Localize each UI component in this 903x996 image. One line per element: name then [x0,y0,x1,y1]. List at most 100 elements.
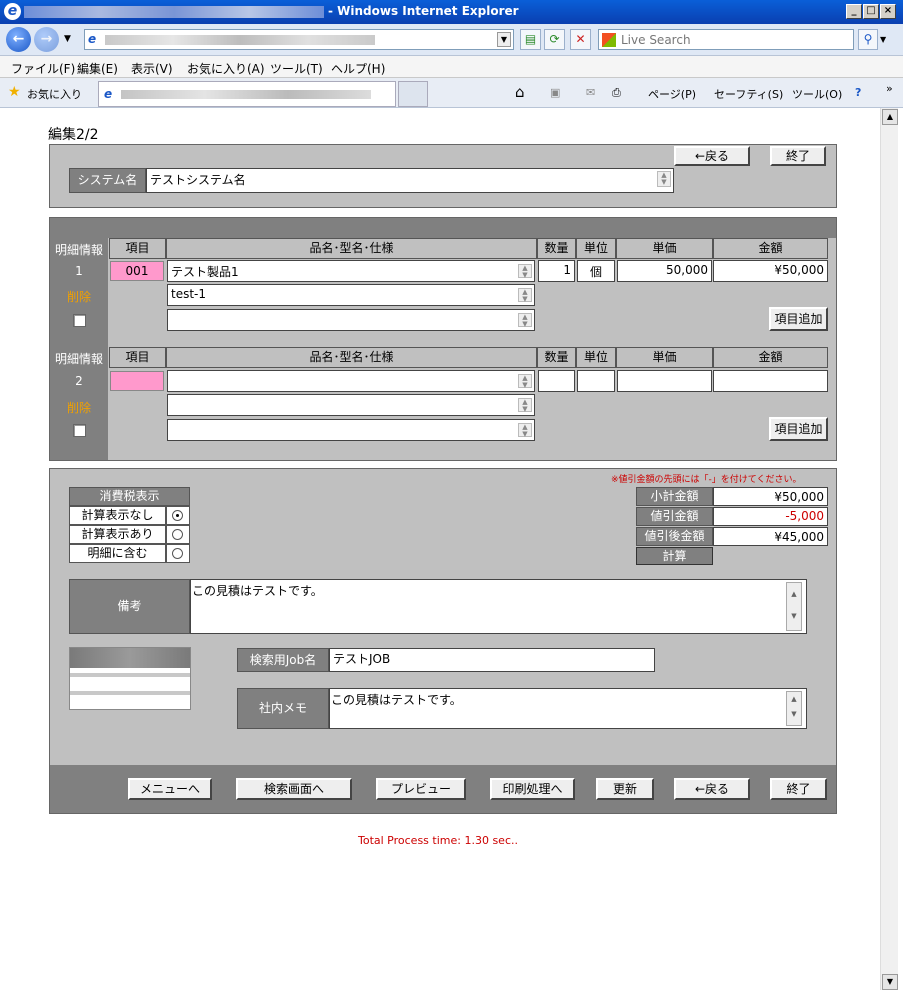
amount-cell-1: ¥50,000 [713,260,828,282]
add-item-button-2[interactable]: 項目追加 [769,417,828,441]
print-icon[interactable]: ⎙ [612,86,621,100]
back-arrow-icon[interactable]: ← [6,27,31,52]
system-name-input[interactable]: テストシステム名 ▲ ▼ [146,168,674,193]
page-scrollbar[interactable]: ▲ ▼ [880,108,898,990]
discount-input[interactable]: -5,000 [713,507,828,526]
qty-input-1[interactable]: 1 [538,260,575,282]
delete-checkbox-1[interactable] [73,314,86,327]
menu-file[interactable]: ファイル(F) [11,60,75,77]
menu-help[interactable]: ヘルプ(H) [331,60,385,77]
forward-arrow-icon[interactable]: → [34,27,59,52]
col-name-2: 品名･型名･仕様 [166,347,537,368]
menu-button[interactable]: メニューへ [128,778,212,800]
stop-icon[interactable]: ✕ [570,29,591,50]
calculate-button[interactable]: 計算 [636,547,713,565]
tax-option-3: 明細に含む [69,544,166,563]
name-spin-2c[interactable]: ▲ ▼ [518,423,532,438]
qty-input-2[interactable] [538,370,575,392]
address-bar[interactable]: e ▼ [84,29,514,50]
remarks-textarea[interactable]: この見積はテストです。 ▲ ▼ [190,579,807,634]
memo-textarea[interactable]: この見積はテストです。 ▲ ▼ [329,688,807,729]
name-spin-2b[interactable]: ▲ ▼ [518,398,532,413]
print-process-button[interactable]: 印刷処理へ [490,778,575,800]
favorites-button[interactable]: お気に入り [27,86,82,102]
new-tab-button[interactable] [398,81,428,107]
close-window-button[interactable]: × [880,4,896,19]
help-icon[interactable]: ? [855,86,861,99]
tax-radio-none[interactable] [172,510,183,521]
subtotal-value: ¥50,000 [713,487,828,506]
name-spin-1b[interactable]: ▲ ▼ [518,288,532,303]
maximize-button[interactable]: □ [863,4,879,19]
name-input-1b[interactable]: test-1 ▲ ▼ [167,284,535,306]
name-spin-2a[interactable]: ▲ ▼ [518,374,532,389]
col-amount-2: 金額 [713,347,828,368]
unit-input-2[interactable] [577,370,615,392]
page-title: 編集2/2 [48,127,99,143]
name-input-2a[interactable]: ▲ ▼ [167,370,535,392]
menu-tools[interactable]: ツール(T) [270,60,323,77]
search-input[interactable]: Live Search [598,29,854,50]
address-dropdown-icon[interactable]: ▼ [497,32,511,47]
discount-note: ※値引金額の先頭には「-」を付けてください。 [611,475,802,485]
name-input-2c[interactable]: ▲ ▼ [167,419,535,441]
tab-page-icon: e [104,87,113,101]
back-button-bottom[interactable]: ←戻る [674,778,750,800]
tax-radio-show[interactable] [172,529,183,540]
browser-tab[interactable]: e [98,81,396,107]
col-amount-1: 金額 [713,238,828,259]
add-item-button-1[interactable]: 項目追加 [769,307,828,331]
navigation-bar: ← → ▼ e ▼ ▤ ⟳ ✕ Live Search ⚲ ▼ [0,24,903,56]
system-name-spin[interactable]: ▲ ▼ [657,171,671,187]
tax-radio-include[interactable] [172,548,183,559]
menu-favorites[interactable]: お気に入り(A) [187,60,265,77]
back-button-top[interactable]: ←戻る [674,146,750,166]
col-unit-1: 単位 [576,238,616,259]
window-title: - Windows Internet Explorer [24,4,644,18]
home-icon[interactable]: ⌂ [515,83,525,101]
col-unit-2: 単位 [576,347,616,368]
safety-menu[interactable]: セーフティ(S) [714,86,783,102]
remarks-scrollbar[interactable]: ▲ ▼ [786,582,802,631]
item-code-1[interactable]: 001 [110,261,164,281]
col-price-2: 単価 [616,347,713,368]
name-input-1a[interactable]: テスト製品1 ▲ ▼ [167,260,535,282]
page-menu[interactable]: ページ(P) [648,86,696,102]
process-time: Total Process time: 1.30 sec.. [358,834,518,847]
search-screen-button[interactable]: 検索画面へ [236,778,352,800]
memo-scrollbar[interactable]: ▲ ▼ [786,691,802,726]
scroll-down-icon[interactable]: ▼ [882,974,898,990]
detail-no-2: 2 [75,374,83,388]
price-input-2[interactable] [617,370,712,392]
exit-button-bottom[interactable]: 終了 [770,778,827,800]
name-spin-1c[interactable]: ▲ ▼ [518,313,532,328]
update-button[interactable]: 更新 [596,778,654,800]
minimize-button[interactable]: _ [846,4,862,19]
preview-button[interactable]: プレビュー [376,778,466,800]
after-discount-value: ¥45,000 [713,527,828,546]
menu-edit[interactable]: 編集(E) [77,60,118,77]
col-price-1: 単価 [616,238,713,259]
menu-view[interactable]: 表示(V) [131,60,173,77]
search-options-icon[interactable]: ▼ [880,35,886,44]
name-input-1c[interactable]: ▲ ▼ [167,309,535,331]
search-button[interactable]: ⚲ [858,29,878,50]
overflow-icon[interactable]: » [886,82,893,95]
job-name-input[interactable]: テストJOB [329,648,655,672]
unit-input-1[interactable]: 個 [577,260,615,282]
scroll-up-icon[interactable]: ▲ [882,109,898,125]
tax-option-1: 計算表示なし [69,506,166,525]
remarks-label: 備考 [69,579,190,634]
delete-checkbox-2[interactable] [73,424,86,437]
tools-menu[interactable]: ツール(O) [792,86,842,102]
compatibility-icon[interactable]: ▤ [520,29,541,50]
history-dropdown-icon[interactable]: ▼ [64,34,71,44]
exit-button-top[interactable]: 終了 [770,146,826,166]
name-spin-1a[interactable]: ▲ ▼ [518,264,532,279]
name-input-2b[interactable]: ▲ ▼ [167,394,535,416]
item-code-2[interactable] [110,371,164,391]
refresh-icon[interactable]: ⟳ [544,29,565,50]
price-input-1[interactable]: 50,000 [617,260,712,282]
feeds-icon[interactable]: ▣ [550,86,560,99]
mail-icon[interactable]: ✉ [586,86,595,99]
